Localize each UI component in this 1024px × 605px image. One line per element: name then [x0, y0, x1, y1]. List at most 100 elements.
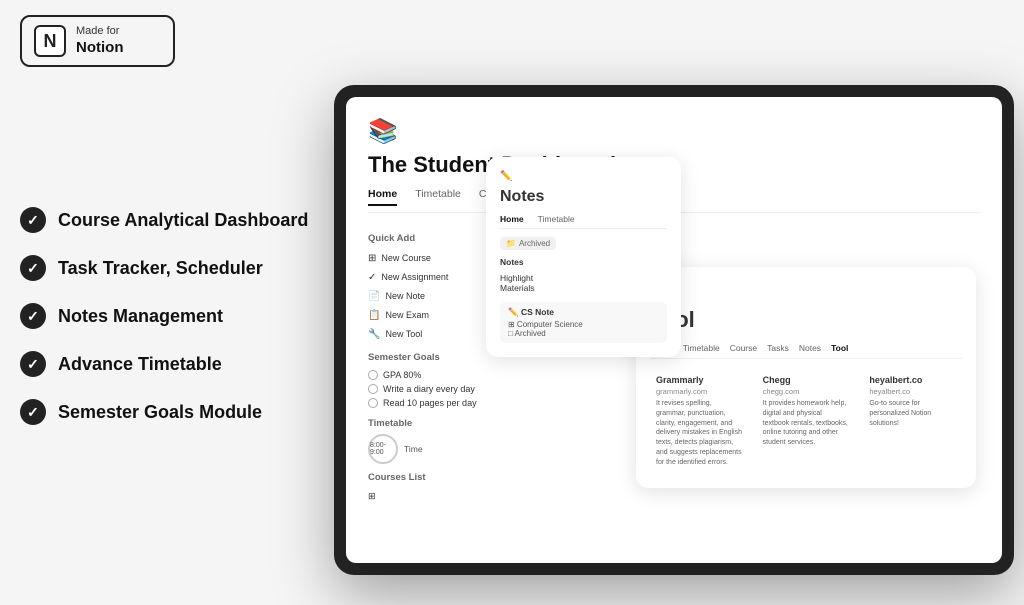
note-icon: 📄 [368, 289, 380, 304]
tool-grid: Grammarly grammarly.com It revises spell… [650, 369, 962, 474]
notes-sidebar-highlight[interactable]: HighlightMaterials [500, 272, 667, 294]
tool-card: 🔧 Tool Home Timetable Course Tasks Notes… [636, 267, 976, 488]
feature-item-1: Task Tracker, Scheduler [20, 255, 320, 281]
notes-nav-home[interactable]: Home [500, 214, 524, 224]
cs-note-item: ⊞ Computer Science [508, 320, 659, 329]
feature-item-4: Semester Goals Module [20, 399, 320, 425]
timetable-circle: 8:00-9:00 [368, 434, 398, 464]
notion-text: Made for Notion [76, 25, 123, 56]
notes-mini-nav[interactable]: Home Timetable [500, 214, 667, 229]
tool-nav-notes[interactable]: Notes [799, 343, 821, 353]
notes-sidebar-notes[interactable]: Notes [500, 256, 667, 268]
tool-heyalbert-url: heyalbert.co [869, 387, 956, 396]
tool-icon: 🔧 [368, 327, 380, 342]
tablet-frame: 📚 The Student Dashboard Home Timetable C… [334, 85, 1014, 575]
notion-badge: N Made for Notion [20, 15, 175, 67]
courses-list-header: Courses List [368, 472, 488, 483]
timetable-time: 8:00-9:00 [370, 442, 396, 456]
course-icon: ⊞ [368, 251, 376, 266]
tool-nav-course[interactable]: Course [730, 343, 757, 353]
tool-mini-nav[interactable]: Home Timetable Course Tasks Notes Tool [650, 343, 962, 359]
feature-text-1: Task Tracker, Scheduler [58, 258, 263, 279]
notion-made-for-text: Made for [76, 25, 123, 38]
timetable-preview: 8:00-9:00 Time [368, 434, 488, 464]
goal-circle-0 [368, 370, 378, 380]
cs-note-section: ✏️ CS Note ⊞ Computer Science □ Archived [500, 302, 667, 343]
quick-add-header: Quick Add [368, 233, 488, 244]
tool-nav-timetable[interactable]: Timetable [683, 343, 720, 353]
feature-item-0: Course Analytical Dashboard [20, 207, 320, 233]
book-icon: 📚 [368, 117, 980, 146]
quick-add-exam-label: New Exam [385, 309, 429, 323]
exam-icon: 📋 [368, 308, 380, 323]
feature-text-2: Notes Management [58, 306, 223, 327]
tablet-screen: 📚 The Student Dashboard Home Timetable C… [346, 97, 1002, 563]
goal-circle-1 [368, 384, 378, 394]
tool-nav-tasks[interactable]: Tasks [767, 343, 789, 353]
assignment-icon: ✓ [368, 270, 376, 285]
quick-add-exam[interactable]: 📋 New Exam [368, 306, 488, 325]
tool-chegg-url: chegg.com [763, 387, 850, 396]
goal-gpa-label: GPA 80% [383, 370, 421, 380]
screen-content: 📚 The Student Dashboard Home Timetable C… [346, 97, 1002, 563]
notes-card-title: Notes [500, 188, 667, 206]
tool-item-grammarly: Grammarly grammarly.com It revises spell… [650, 369, 749, 474]
feature-text-4: Semester Goals Module [58, 402, 262, 423]
tool-grammarly-name: Grammarly [656, 375, 743, 385]
tool-item-heyalbert: heyalbert.co heyalbert.co Go-to source f… [863, 369, 962, 474]
left-panel: N Made for Notion Course Analytical Dash… [0, 0, 340, 576]
quick-add-tool[interactable]: 🔧 New Tool [368, 325, 488, 344]
quick-add-assignment[interactable]: ✓ New Assignment [368, 268, 488, 287]
tool-grammarly-desc: It revises spelling, grammar, punctuatio… [656, 399, 743, 468]
timetable-time-label: Time [404, 444, 423, 454]
goal-circle-2 [368, 398, 378, 408]
tool-item-chegg: Chegg chegg.com It provides homework hel… [757, 369, 856, 474]
quick-add-note[interactable]: 📄 New Note [368, 287, 488, 306]
goal-diary-label: Write a diary every day [383, 384, 475, 394]
feature-text-0: Course Analytical Dashboard [58, 210, 308, 231]
courses-list-item: ⊞ [368, 488, 488, 506]
notes-edit-icon: ✏️ [500, 171, 512, 182]
tool-heyalbert-name: heyalbert.co [869, 375, 956, 385]
timetable-header: Timetable [368, 418, 488, 429]
notes-nav-timetable[interactable]: Timetable [538, 214, 575, 224]
quick-add-course-label: New Course [381, 252, 431, 266]
check-icon-4 [20, 399, 46, 425]
quick-add-note-label: New Note [385, 290, 425, 304]
tool-chegg-name: Chegg [763, 375, 850, 385]
check-icon-0 [20, 207, 46, 233]
tool-wrench-icon: 🔧 [650, 281, 962, 301]
archived-icon: 📁 [506, 239, 516, 248]
feature-item-2: Notes Management [20, 303, 320, 329]
left-column: Quick Add ⊞ New Course ✓ New Assignment … [368, 225, 488, 563]
goal-gpa: GPA 80% [368, 368, 488, 382]
archived-tag: 📁 Archived [500, 237, 556, 250]
features-list: Course Analytical Dashboard Task Tracker… [20, 207, 320, 425]
tool-nav-tool[interactable]: Tool [831, 343, 848, 353]
archived-label: Archived [519, 239, 550, 248]
check-icon-3 [20, 351, 46, 377]
semester-goals-header: Semester Goals [368, 352, 488, 363]
feature-text-3: Advance Timetable [58, 354, 222, 375]
tablet-area: 📚 The Student Dashboard Home Timetable C… [334, 85, 1024, 605]
quick-add-tool-label: New Tool [385, 328, 422, 342]
notion-name-text: Notion [76, 39, 123, 57]
tool-card-title: Tool [650, 307, 962, 333]
goal-read: Read 10 pages per day [368, 396, 488, 410]
goal-diary: Write a diary every day [368, 382, 488, 396]
cs-note-archived: □ Archived [508, 329, 659, 338]
nav-home[interactable]: Home [368, 188, 397, 206]
notion-logo: N [34, 25, 66, 57]
notes-card: ✏️ Notes Home Timetable 📁 Archived Notes… [486, 157, 681, 357]
nav-timetable[interactable]: Timetable [415, 188, 461, 206]
tool-chegg-desc: It provides homework help, digital and p… [763, 399, 850, 448]
quick-add-course[interactable]: ⊞ New Course [368, 249, 488, 268]
courses-list-icon: ⊞ [368, 490, 376, 504]
tool-grammarly-url: grammarly.com [656, 387, 743, 396]
check-icon-2 [20, 303, 46, 329]
cs-note-header: ✏️ CS Note [508, 307, 659, 318]
notes-sidebar-list: Notes HighlightMaterials [500, 256, 667, 294]
quick-add-assignment-label: New Assignment [381, 271, 448, 285]
check-icon-1 [20, 255, 46, 281]
feature-item-3: Advance Timetable [20, 351, 320, 377]
